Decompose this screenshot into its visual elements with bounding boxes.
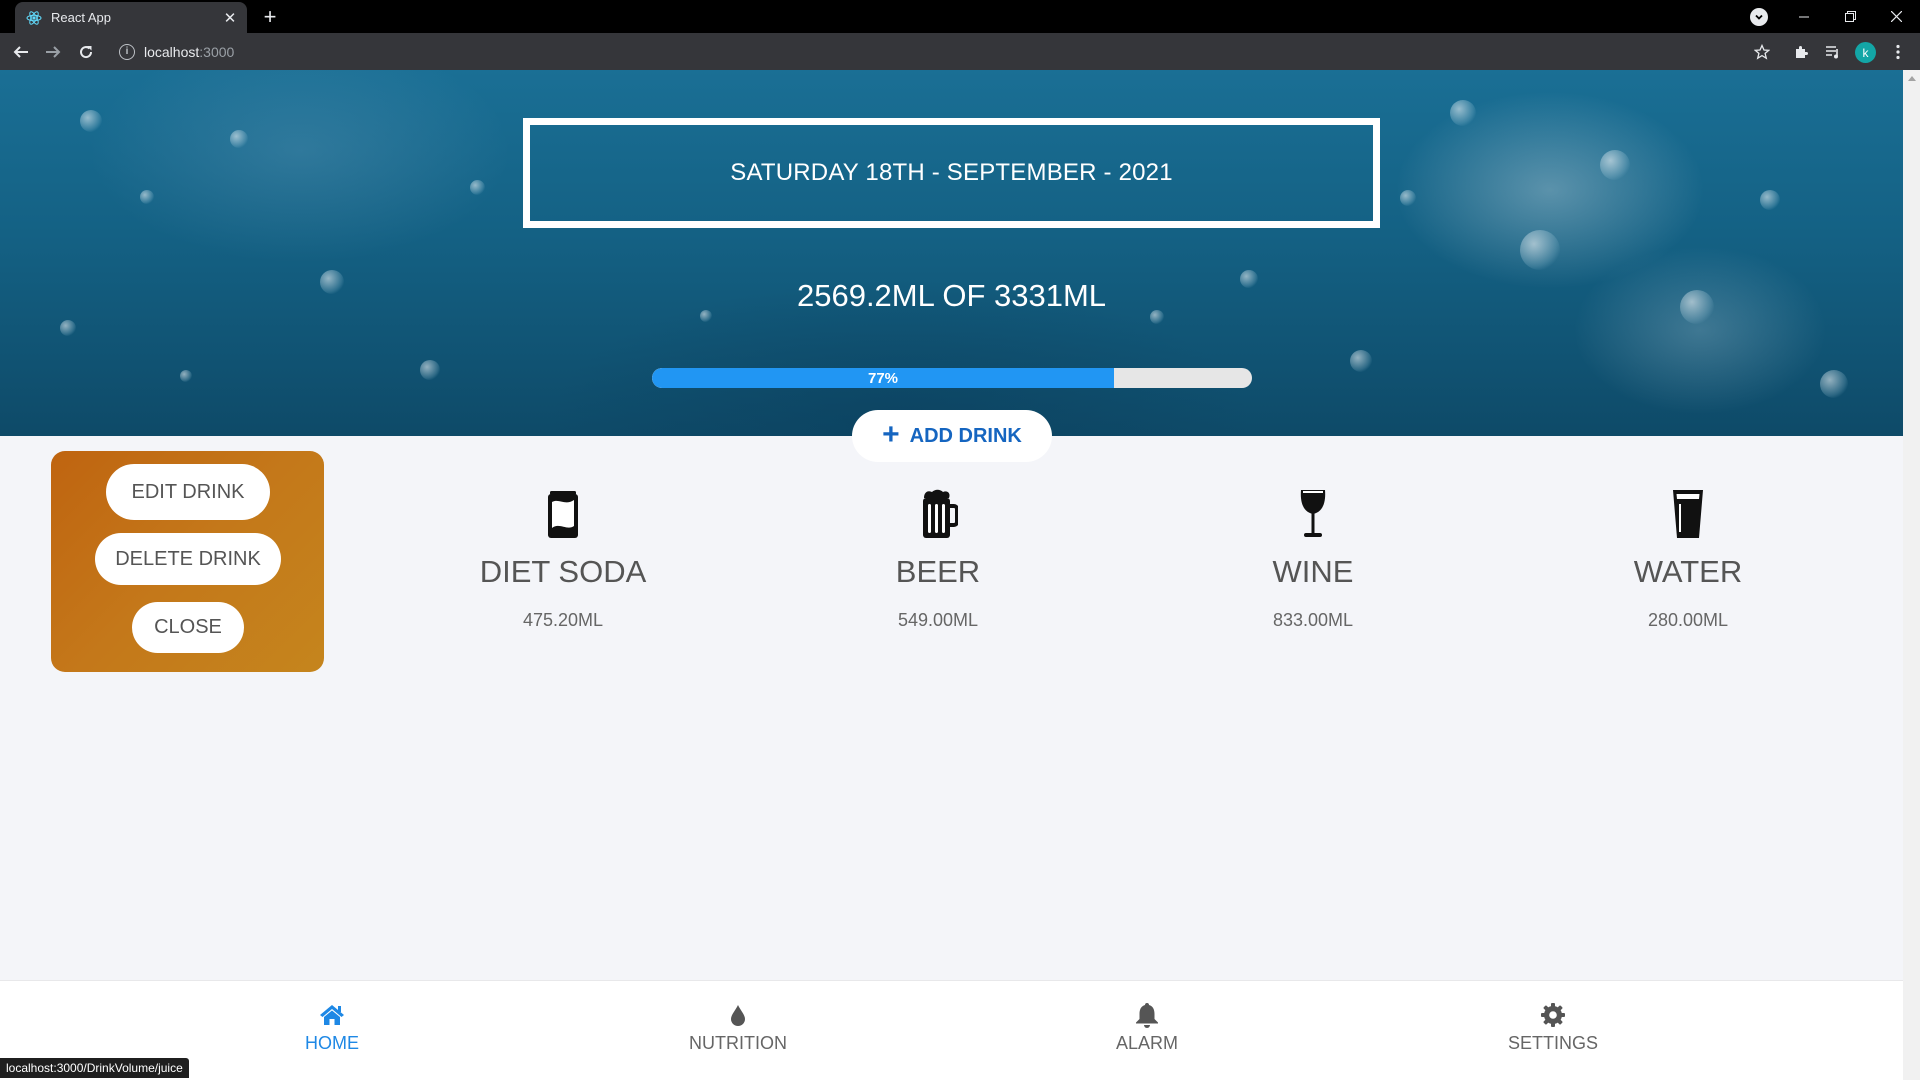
- back-arrow-icon[interactable]: [9, 40, 33, 64]
- bookmark-star-icon[interactable]: [1750, 40, 1774, 64]
- bubble-decoration: [1450, 100, 1476, 126]
- drink-item[interactable]: WINE 833.00ML: [1163, 488, 1463, 631]
- daily-total: 2569.2ML OF 3331ML: [796, 278, 1107, 313]
- water-glass-icon: [1668, 488, 1708, 540]
- hero-banner: SATURDAY 18TH - SEPTEMBER - 2021 2569.2M…: [0, 70, 1903, 436]
- drink-options-menu: EDIT DRINK DELETE DRINK CLOSE: [51, 451, 324, 672]
- bubble-decoration: [1760, 190, 1780, 210]
- bell-icon: [1047, 1001, 1247, 1029]
- extensions-puzzle-icon[interactable]: [1789, 40, 1813, 64]
- soda-can-icon: [543, 488, 583, 540]
- bubble-decoration: [1600, 150, 1630, 180]
- drink-item[interactable]: DIET SODA 475.20ML: [413, 488, 713, 631]
- minimize-button[interactable]: [1781, 0, 1827, 33]
- bubble-decoration: [470, 180, 485, 195]
- tab-title: React App: [51, 10, 111, 25]
- react-favicon-icon: [26, 10, 42, 26]
- restore-button[interactable]: [1827, 0, 1873, 33]
- status-bar-url: localhost:3000/DrinkVolume/juice: [0, 1058, 189, 1078]
- reload-icon[interactable]: [74, 40, 98, 64]
- browser-tab-strip: React App ✕ +: [0, 0, 1920, 33]
- bubble-decoration: [1400, 190, 1416, 206]
- bubble-decoration: [1350, 350, 1372, 372]
- drink-name: WATER: [1633, 554, 1743, 589]
- nav-alarm-label: ALARM: [1115, 1033, 1178, 1053]
- nav-settings-label: SETTINGS: [1507, 1033, 1598, 1053]
- site-info-icon[interactable]: i: [119, 43, 135, 60]
- bottom-navigation: HOME NUTRITION ALARM SETTINGS: [0, 980, 1903, 1080]
- wine-glass-icon: [1293, 488, 1333, 540]
- profile-avatar[interactable]: k: [1855, 42, 1876, 63]
- new-tab-button[interactable]: +: [258, 3, 282, 31]
- beer-mug-icon: [918, 488, 959, 540]
- current-date: SATURDAY 18TH - SEPTEMBER - 2021: [730, 159, 1173, 186]
- nav-alarm[interactable]: ALARM: [1047, 1001, 1247, 1054]
- drink-volume: 475.20ML: [522, 610, 604, 630]
- progress-label: 77%: [867, 369, 899, 387]
- bubble-decoration: [60, 320, 76, 336]
- window-close-button[interactable]: [1873, 0, 1919, 33]
- tab-close-icon[interactable]: ✕: [219, 9, 241, 27]
- drink-item[interactable]: BEER 549.00ML: [788, 488, 1088, 631]
- bubble-decoration: [80, 110, 102, 132]
- browser-tab[interactable]: React App ✕: [15, 2, 247, 33]
- gear-icon: [1453, 1001, 1653, 1029]
- drink-name: WINE: [1272, 554, 1354, 589]
- delete-drink-button[interactable]: DELETE DRINK: [95, 533, 281, 585]
- edit-drink-button[interactable]: EDIT DRINK: [106, 464, 270, 520]
- drink-name: DIET SODA: [479, 554, 647, 589]
- app-page: SATURDAY 18TH - SEPTEMBER - 2021 2569.2M…: [0, 70, 1903, 1080]
- nav-settings[interactable]: SETTINGS: [1453, 1001, 1653, 1054]
- home-icon: [232, 1001, 432, 1029]
- forward-arrow-icon[interactable]: [41, 40, 65, 64]
- close-menu-button[interactable]: CLOSE: [132, 602, 244, 653]
- add-drink-button[interactable]: + ADD DRINK: [852, 410, 1052, 462]
- drink-volume: 549.00ML: [897, 610, 979, 630]
- nav-nutrition-label: NUTRITION: [689, 1033, 787, 1053]
- drink-volume: 833.00ML: [1272, 610, 1354, 630]
- drink-item[interactable]: WATER 280.00ML: [1538, 488, 1838, 631]
- nav-home[interactable]: HOME: [232, 1001, 432, 1054]
- media-control-icon[interactable]: [1821, 40, 1845, 64]
- tab-search-icon[interactable]: [1750, 8, 1768, 26]
- drink-volume: 280.00ML: [1647, 610, 1729, 630]
- intake-progress-bar: 77%: [652, 368, 1252, 388]
- bubble-decoration: [1520, 230, 1560, 270]
- address-bar[interactable]: i localhost :3000: [113, 37, 1743, 66]
- plus-icon: +: [882, 417, 900, 451]
- progress-fill: 77%: [652, 368, 1114, 388]
- bubble-decoration: [230, 130, 248, 148]
- drink-name: BEER: [895, 554, 981, 589]
- vertical-scrollbar[interactable]: [1903, 70, 1920, 1080]
- bubble-decoration: [180, 370, 192, 382]
- more-menu-icon[interactable]: [1886, 40, 1910, 64]
- scroll-up-arrow-icon[interactable]: [1908, 76, 1916, 81]
- url-host: localhost: [144, 43, 200, 60]
- bubble-decoration: [420, 360, 440, 380]
- url-port: :3000: [199, 43, 235, 60]
- browser-toolbar: i localhost :3000 k: [0, 33, 1920, 70]
- nav-nutrition[interactable]: NUTRITION: [638, 1001, 838, 1054]
- bubble-decoration: [140, 190, 154, 204]
- bubble-decoration: [1820, 370, 1848, 398]
- drop-icon: [638, 1001, 838, 1029]
- date-display-box: SATURDAY 18TH - SEPTEMBER - 2021: [523, 118, 1380, 228]
- nav-home-label: HOME: [305, 1033, 359, 1053]
- add-drink-label: ADD DRINK: [909, 424, 1022, 447]
